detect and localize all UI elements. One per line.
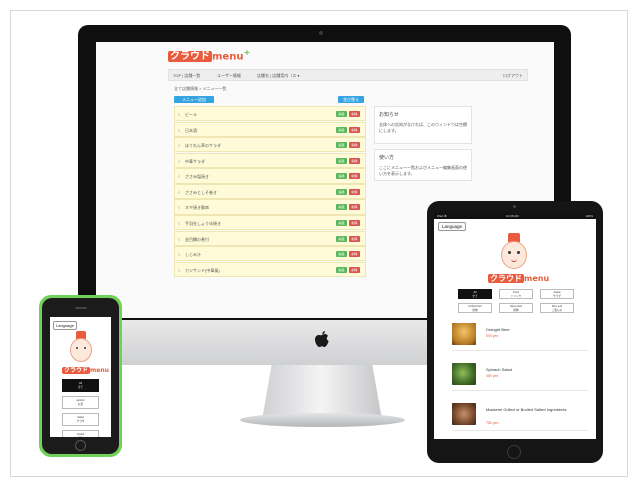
menu-list: ≡ ビール 編集 削除 ≡ 日本酒 編集 削除 ≡ ほうれん草のサラダ 編集 削除 ≡ 中華サラダ編… (174, 106, 366, 277)
ipad-frame: iPad ⌘ 10:38 AM 100% Language クラウド menu A… (427, 201, 603, 463)
menu-row[interactable]: ≡ しじみ汁 編集 削除 (174, 246, 366, 262)
category-salad[interactable]: Salad サラダ (62, 413, 99, 426)
category-grilled[interactable]: Grilled焼物 (62, 430, 99, 437)
menu-row[interactable]: ≡ 金目鯛の煮付 編集 削除 (174, 230, 366, 246)
imac-stand-foot (240, 413, 405, 427)
status-bar: iPad ⌘ 10:38 AM 100% (434, 213, 596, 219)
beer-thumbnail (452, 323, 476, 345)
notice-panel: お知らせ 全体への告知がなければ、このウィンドウは空欄にします。 (374, 106, 472, 144)
notice-panel-body: 全体への告知がなければ、このウィンドウは空欄にします。 (379, 122, 467, 133)
mackerel-thumbnail (452, 403, 476, 425)
edit-button[interactable]: 編集 (336, 157, 347, 164)
camera-icon (513, 205, 516, 208)
nav-item-top[interactable]: TOP | 店舗一覧 (173, 73, 200, 79)
iphone-face: Language クラウド menu All 全て alcohol お酒 Salad サ… (42, 298, 119, 454)
menu-row[interactable]: ≡ カツサンド(中華風) 編集 削除 (174, 261, 366, 277)
edit-button[interactable]: 編集 (336, 111, 347, 117)
menu-row[interactable]: ≡ ささみとしそ巻き 編集 削除 (174, 183, 366, 200)
language-button[interactable]: Language (53, 321, 77, 330)
menu-row[interactable]: ≡ ビール 編集 削除 (174, 106, 366, 122)
edit-button[interactable]: 編集 (336, 126, 347, 133)
menu-item[interactable]: Draught Beer 500 yen (452, 319, 588, 351)
delete-button[interactable]: 削除 (349, 111, 360, 117)
delete-button[interactable]: 削除 (349, 266, 360, 273)
drag-handle-icon[interactable]: ≡ (178, 128, 180, 133)
camera-icon (319, 31, 323, 35)
desktop-logo[interactable]: クラウド menu+ (168, 47, 250, 63)
phone-screen: Language クラウド menu All 全て alcohol お酒 Salad サ… (50, 317, 111, 437)
salad-thumbnail (452, 363, 476, 385)
drag-handle-icon[interactable]: ≡ (178, 159, 180, 164)
delete-button[interactable]: 削除 (349, 157, 360, 164)
edit-button[interactable]: 編集 (336, 251, 347, 258)
menu-row[interactable]: ≡ 日本酒 編集 削除 (174, 121, 366, 137)
category-drink[interactable]: Drink ドリンク (499, 289, 533, 299)
howto-panel: 使い方 ここにメニュー一覧およびメニュー編集画面の使い方を表示します。 (374, 149, 472, 181)
home-button[interactable] (75, 440, 86, 451)
drag-handle-icon[interactable]: ≡ (178, 237, 180, 242)
delete-button[interactable]: 削除 (349, 220, 360, 227)
logout-link[interactable]: ログアウト (503, 73, 523, 79)
drag-handle-icon[interactable]: ≡ (178, 190, 180, 195)
speaker-icon (75, 307, 87, 309)
status-carrier: iPad ⌘ (437, 214, 447, 218)
language-button[interactable]: Language (438, 222, 467, 231)
delete-button[interactable]: 削除 (349, 251, 360, 258)
status-time: 10:38 AM (506, 214, 519, 218)
drag-handle-icon[interactable]: ≡ (178, 252, 180, 257)
edit-button[interactable]: 編集 (336, 188, 347, 195)
howto-panel-title: 使い方 (379, 155, 395, 161)
edit-button[interactable]: 編集 (336, 204, 347, 211)
edit-button[interactable]: 編集 (336, 220, 347, 227)
menu-row[interactable]: ≡ ネギ焼き豚串 編集 削除 (174, 199, 366, 215)
status-battery: 100% (585, 214, 593, 218)
add-menu-button[interactable]: メニュー追加 (174, 96, 214, 103)
menu-item[interactable]: Spinach Salad 480 yen (452, 359, 588, 391)
menu-row[interactable]: ≡ ささみ塩焼き 編集 削除 (174, 168, 366, 184)
notice-panel-title: お知らせ (379, 112, 399, 118)
delete-button[interactable]: 削除 (349, 235, 360, 242)
category-fried[interactable]: Deep-fried 揚物 (499, 303, 533, 313)
menu-row[interactable]: ≡ 手羽先しょうゆ焼き 編集 削除 (174, 215, 366, 231)
delete-button[interactable]: 削除 (349, 173, 360, 180)
desktop-nav-bar: TOP | 店舗一覧 ユーザー情報 店舗名 | 店舗案内（ス ▾ ログアウト (168, 69, 528, 81)
tablet-screen: iPad ⌘ 10:38 AM 100% Language クラウド menu A… (434, 213, 596, 439)
category-salad[interactable]: Salad サラダ (540, 289, 574, 299)
category-rice[interactable]: Rice and ご飯もの (540, 303, 574, 313)
delete-button[interactable]: 削除 (349, 204, 360, 211)
sort-button[interactable]: 並び替え (338, 96, 364, 103)
drag-handle-icon[interactable]: ≡ (178, 268, 180, 273)
phone-logo: クラウド menu (62, 367, 109, 374)
category-grilled[interactable]: Grilled Dish 焼物 (458, 303, 492, 313)
edit-button[interactable]: 編集 (336, 142, 347, 149)
menu-row[interactable]: ≡ 中華サラダ 編集 削除 (174, 152, 366, 168)
nav-item-store-dropdown[interactable]: 店舗名 | 店舗案内（ス ▾ (257, 73, 299, 79)
drag-handle-icon[interactable]: ≡ (178, 205, 180, 210)
drag-handle-icon[interactable]: ≡ (178, 221, 180, 226)
drag-handle-icon[interactable]: ≡ (178, 143, 180, 148)
category-all[interactable]: All 全て (458, 289, 492, 299)
delete-button[interactable]: 削除 (349, 142, 360, 149)
menu-row[interactable]: ≡ ほうれん草のサラダ 編集 削除 (174, 137, 366, 153)
apple-logo-icon (315, 331, 329, 347)
delete-button[interactable]: 削除 (349, 126, 360, 133)
edit-button[interactable]: 編集 (336, 235, 347, 242)
edit-button[interactable]: 編集 (336, 173, 347, 180)
breadcrumb: 全て店舗情報 > メニュー一覧 (174, 86, 227, 91)
menu-item[interactable]: Mackerel Grilled or Broiled Salted Ingre… (452, 399, 588, 431)
imac-stand-neck (262, 365, 382, 420)
drag-handle-icon[interactable]: ≡ (178, 174, 180, 179)
nav-item-user-info[interactable]: ユーザー情報 (217, 73, 241, 79)
iphone-frame: Language クラウド menu All 全て alcohol お酒 Salad サ… (39, 295, 122, 457)
tablet-logo: クラウド menu (488, 274, 550, 283)
category-all[interactable]: All 全て (62, 379, 99, 392)
home-button[interactable] (507, 445, 521, 459)
howto-panel-body: ここにメニュー一覧およびメニュー編集画面の使い方を表示します。 (379, 165, 467, 176)
category-alcohol[interactable]: alcohol お酒 (62, 396, 99, 409)
drag-handle-icon[interactable]: ≡ (178, 112, 180, 117)
delete-button[interactable]: 削除 (349, 188, 360, 195)
edit-button[interactable]: 編集 (336, 266, 347, 273)
